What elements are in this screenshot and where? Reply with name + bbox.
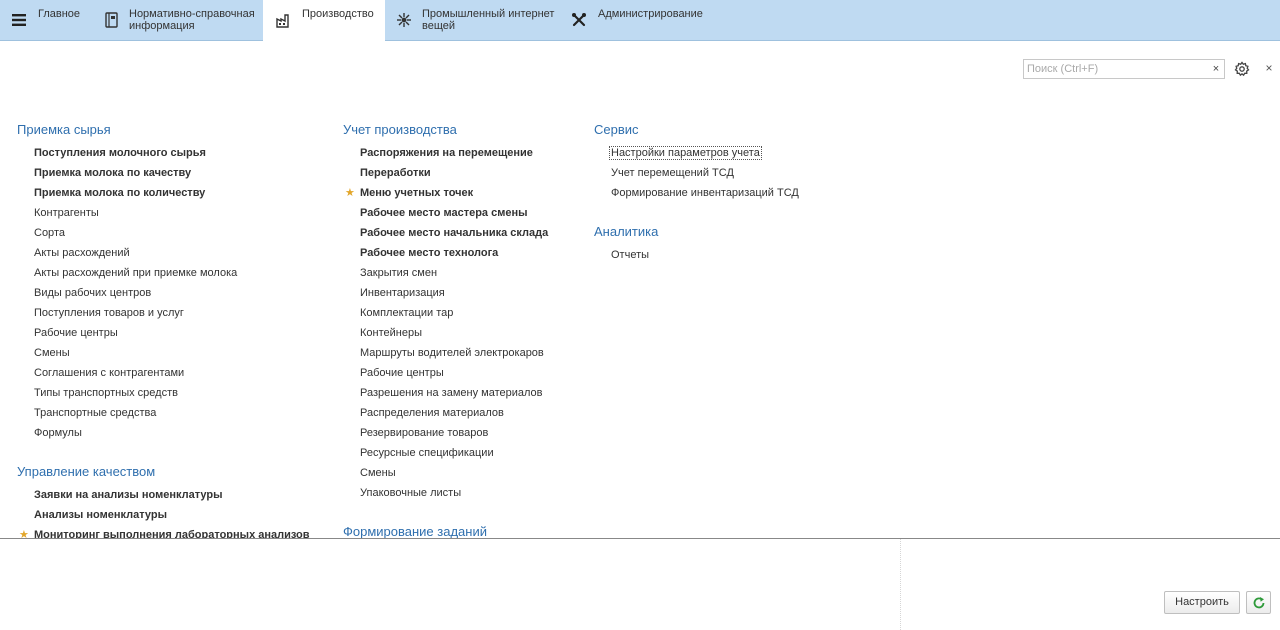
section-tab-label: Производство [302,8,374,20]
section-tab-main[interactable]: Главное [0,0,95,40]
nav-link[interactable]: Поступления молочного сырья [34,147,206,159]
nav-link[interactable]: Упаковочные листы [360,487,461,499]
section-content: Приемка сырья Поступления молочного сырья… [0,80,1280,538]
reference-book-icon [105,12,118,28]
nav-link[interactable]: Типы транспортных средств [34,387,178,399]
nav-link[interactable]: Контрагенты [34,207,99,219]
favorite-star-icon[interactable]: ★ [345,186,355,199]
nav-link[interactable]: Смены [34,347,70,359]
nav-link[interactable]: Рабочее место технолога [360,247,498,259]
nav-link[interactable]: Резервирование товаров [360,427,488,439]
nav-link[interactable]: Анализы номенклатуры [34,509,167,521]
group-title: Приемка сырья [17,122,111,137]
section-tab-label: Промышленный интернет вещей [422,8,555,32]
nav-link[interactable]: Приемка молока по количеству [34,187,205,199]
nav-link[interactable]: Мониторинг выполнения лабораторных анали… [34,529,310,538]
nav-link[interactable]: Рабочие центры [360,367,444,379]
factory-icon [276,14,289,28]
gear-icon[interactable] [1234,61,1250,77]
iot-network-icon [397,13,411,27]
nav-link[interactable]: Учет перемещений ТСД [611,167,734,179]
nav-link[interactable]: Маршруты водителей электрокаров [360,347,544,359]
nav-link[interactable]: Приемка молока по качеству [34,167,191,179]
section-tab-production[interactable]: Производство [263,0,385,41]
nav-link[interactable]: Сорта [34,227,65,239]
configure-button[interactable]: Настроить [1164,591,1240,614]
section-tab-iot[interactable]: Промышленный интернет вещей [385,0,560,40]
hamburger-menu-icon [12,14,26,26]
refresh-icon [1253,597,1265,609]
group-title: Учет производства [343,122,457,137]
search-clear-button[interactable]: × [1208,59,1225,79]
nav-link[interactable]: Соглашения с контрагентами [34,367,184,379]
nav-link[interactable]: Инвентаризация [360,287,445,299]
group-title: Управление качеством [17,464,156,479]
section-tab-label: Администрирование [598,8,703,20]
nav-link[interactable]: Виды рабочих центров [34,287,151,299]
nav-link[interactable]: Поступления товаров и услуг [34,307,184,319]
search-input[interactable] [1023,59,1209,79]
nav-link[interactable]: Смены [360,467,396,479]
nav-link[interactable]: Акты расхождений при приемке молока [34,267,237,279]
nav-link[interactable]: Комплектации тар [360,307,453,319]
nav-link[interactable]: Рабочие центры [34,327,118,339]
nav-link[interactable]: Заявки на анализы номенклатуры [34,489,223,501]
nav-link[interactable]: Транспортные средства [34,407,156,419]
nav-link[interactable]: Отчеты [611,249,649,261]
panel-split-line [900,539,901,630]
section-tab-label: Главное [38,8,81,20]
nav-link[interactable]: Контейнеры [360,327,422,339]
nav-link[interactable]: Настройки параметров учета [609,146,762,160]
group-title: Аналитика [594,224,659,239]
section-tab-admin[interactable]: Администрирование [560,0,720,40]
nav-link[interactable]: Переработки [360,167,431,179]
nav-link[interactable]: Распоряжения на перемещение [360,147,533,159]
group-title: Сервис [594,122,639,137]
panel-divider[interactable] [0,538,1280,539]
nav-link[interactable]: Рабочее место начальника склада [360,227,548,239]
nav-link[interactable]: Меню учетных точек [360,187,473,199]
section-tab-reference[interactable]: Нормативно-справочная информация [95,0,263,40]
favorite-star-icon[interactable]: ★ [19,528,29,538]
close-button[interactable]: × [1263,61,1275,75]
nav-link[interactable]: Формулы [34,427,82,439]
nav-link[interactable]: Ресурсные спецификации [360,447,494,459]
nav-link[interactable]: Акты расхождений [34,247,130,259]
section-tab-label: Нормативно-справочная информация [129,8,255,32]
nav-link[interactable]: Закрытия смен [360,267,437,279]
nav-link[interactable]: Формирование инвентаризаций ТСД [611,187,799,199]
nav-link[interactable]: Рабочее место мастера смены [360,207,528,219]
nav-link[interactable]: Распределения материалов [360,407,504,419]
tools-icon [572,13,586,27]
group-title: Формирование заданий [343,524,487,538]
nav-link[interactable]: Разрешения на замену материалов [360,387,543,399]
sections-panel: Главное Нормативно-справочная информация… [0,0,1280,41]
refresh-button[interactable] [1246,591,1271,614]
